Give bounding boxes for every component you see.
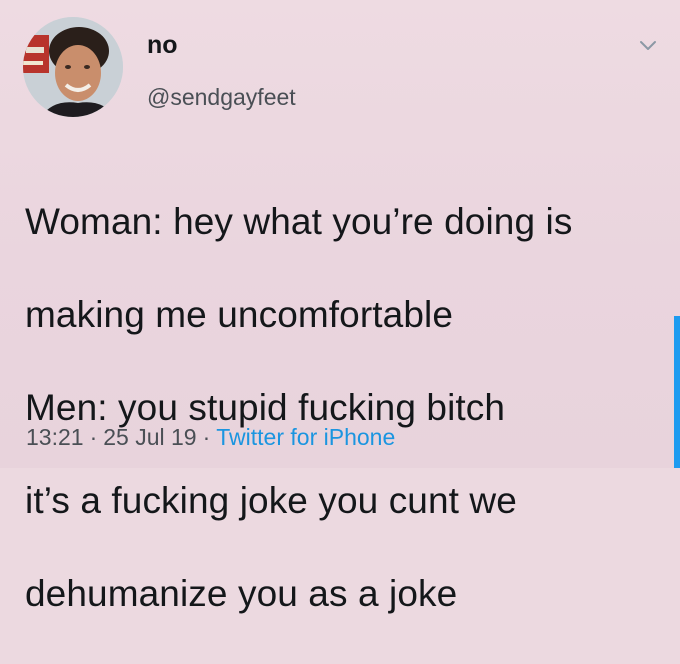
avatar-photo (23, 17, 123, 117)
separator-dot: · (202, 424, 211, 450)
tweet-text-line: Woman: hey what you’re doing is (25, 200, 573, 242)
tweet-text-line: dehumanize you as a joke (25, 572, 458, 614)
tweet-source-link[interactable]: Twitter for iPhone (216, 424, 395, 450)
tweet-card: no @sendgayfeet Woman: hey what you’re d… (0, 0, 680, 614)
tweet-text-line: it’s a fucking joke you cunt we (25, 479, 517, 521)
tweet-date[interactable]: 25 Jul 19 (103, 424, 196, 450)
scroll-accent-bar (674, 316, 680, 468)
chevron-down-icon[interactable] (636, 34, 660, 58)
user-handle[interactable]: @sendgayfeet (147, 83, 296, 111)
avatar[interactable] (23, 17, 123, 117)
tweet-metadata: 13:21 · 25 Jul 19 · Twitter for iPhone (26, 422, 395, 452)
tweet-text: Woman: hey what you’re doing is making m… (25, 152, 665, 664)
separator-dot: · (89, 424, 98, 450)
tweet-text-line: making me uncomfortable (25, 293, 453, 335)
tweet-time[interactable]: 13:21 (26, 424, 84, 450)
display-name[interactable]: no (147, 30, 178, 60)
